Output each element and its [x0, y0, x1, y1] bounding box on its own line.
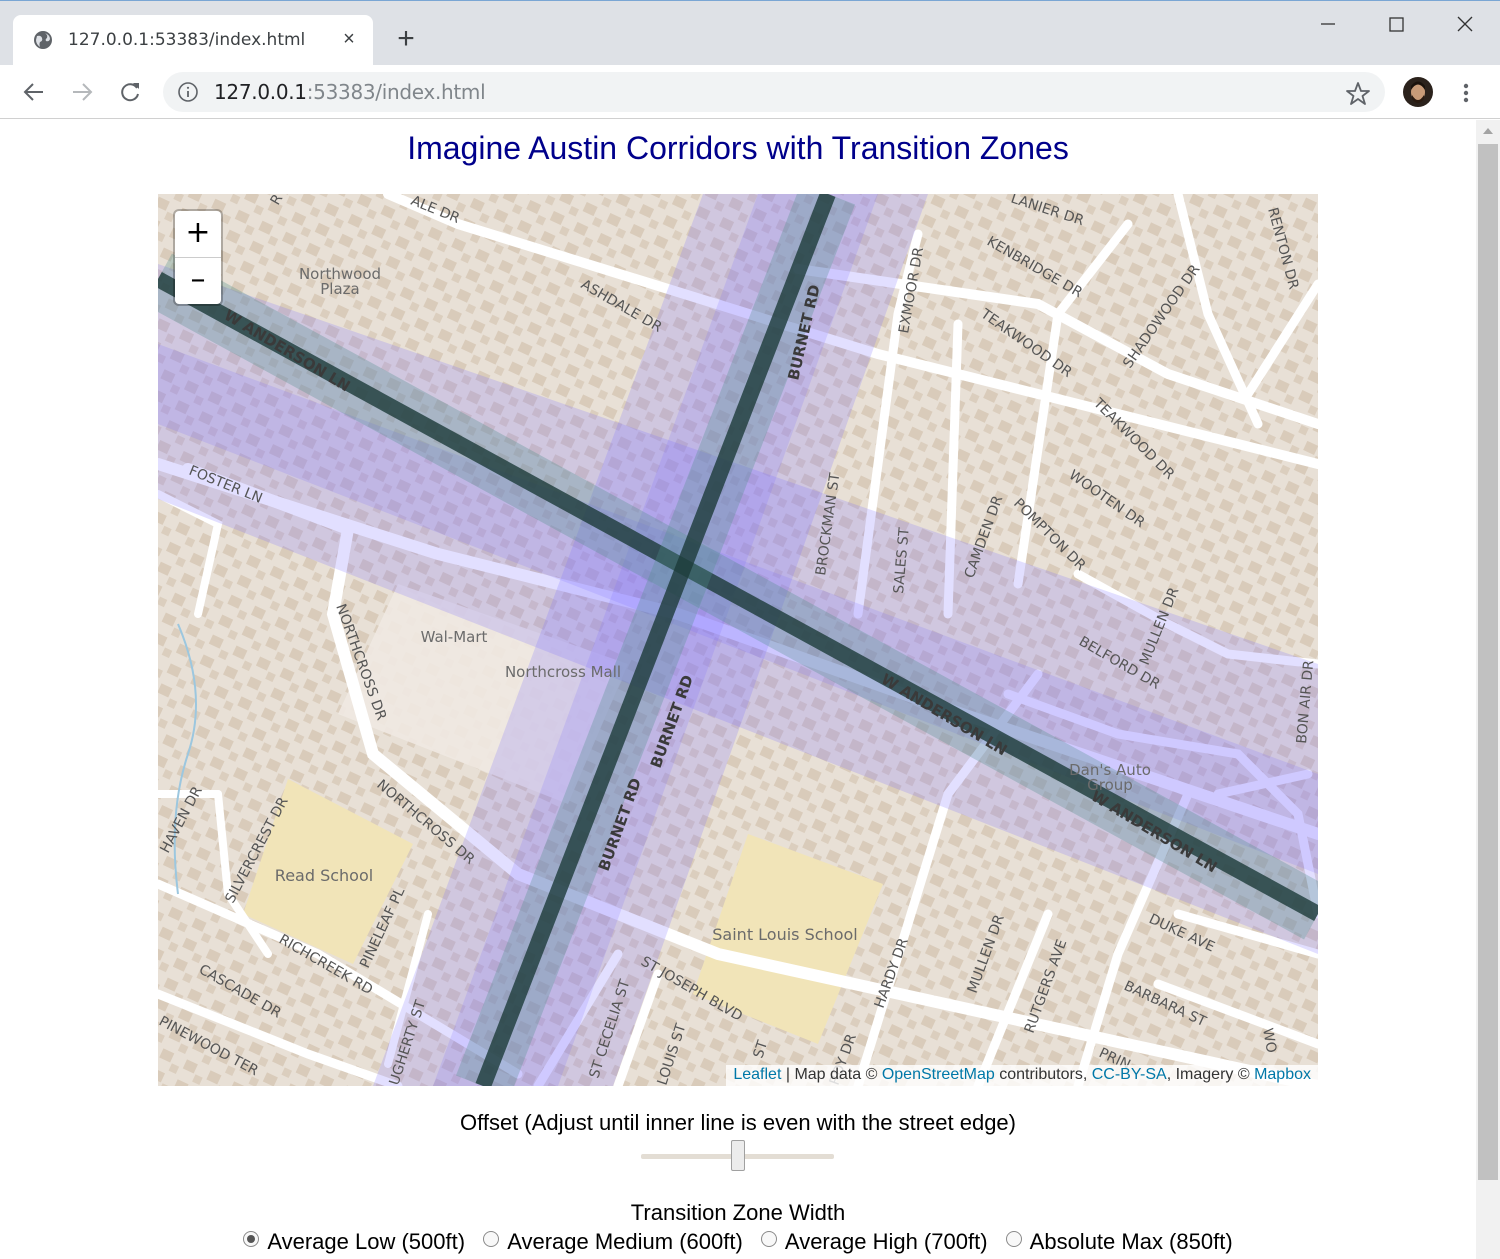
offset-slider[interactable] [641, 1140, 834, 1174]
offset-label: Offset (Adjust until inner line is even … [460, 1110, 1016, 1135]
map-attribution: Leaflet | Map data © OpenStreetMap contr… [726, 1065, 1318, 1086]
leaflet-link[interactable]: Leaflet [733, 1066, 781, 1083]
page-content: Imagine Austin Corridors with Transition… [0, 120, 1476, 1259]
scrollbar-thumb[interactable] [1478, 144, 1498, 1180]
zoom-in-button[interactable]: + [175, 211, 221, 258]
url-text: 127.0.0.1:53383/index.html [214, 80, 486, 104]
label-saint-louis-school: Saint Louis School [712, 925, 857, 944]
option-label: Average High (700ft) [784, 1229, 988, 1254]
map[interactable]: Northwood Plaza Wal-Mart Northcross Mall… [158, 194, 1318, 1086]
page-title: Imagine Austin Corridors with Transition… [407, 130, 1069, 166]
browser-toolbar: 127.0.0.1:53383/index.html [0, 65, 1500, 119]
transition-zone-label: Transition Zone Width [630, 1200, 846, 1225]
tab-close-icon[interactable]: × [338, 28, 360, 50]
zoom-control: + – [175, 211, 221, 304]
maximize-icon[interactable] [1382, 11, 1412, 39]
radio-absolute-max[interactable] [1005, 1231, 1022, 1247]
new-tab-button[interactable]: + [392, 24, 420, 54]
slider-thumb[interactable] [730, 1140, 745, 1171]
label-northwood-plaza-2: Plaza [320, 280, 359, 298]
forward-arrow-icon[interactable] [67, 77, 97, 107]
label-walmart: Wal-Mart [421, 628, 488, 646]
close-window-icon[interactable] [1450, 11, 1480, 39]
mapbox-link[interactable]: Mapbox [1254, 1066, 1311, 1083]
radio-average-high[interactable] [760, 1231, 777, 1247]
option-label: Absolute Max (850ft) [1029, 1229, 1233, 1254]
option-absolute-max[interactable]: Absolute Max (850ft) [1005, 1229, 1233, 1255]
option-average-high[interactable]: Average High (700ft) [760, 1229, 988, 1255]
minimize-icon[interactable] [1313, 11, 1343, 39]
avatar-face-icon [1411, 81, 1425, 103]
zoom-out-button[interactable]: – [175, 258, 221, 304]
openstreetmap-link[interactable]: OpenStreetMap [882, 1066, 995, 1083]
option-average-medium[interactable]: Average Medium (600ft) [483, 1229, 743, 1255]
browser-menu-icon[interactable] [1456, 79, 1476, 107]
attribution-text-1: | Map data © [781, 1066, 882, 1083]
url-path: :53383/index.html [306, 80, 486, 104]
attribution-text-3: , Imagery © [1166, 1066, 1255, 1083]
back-arrow-icon[interactable] [19, 77, 49, 107]
option-average-low[interactable]: Average Low (500ft) [243, 1229, 465, 1255]
tab-title: 127.0.0.1:53383/index.html [68, 30, 306, 50]
label-northcross-mall: Northcross Mall [505, 663, 621, 681]
globe-icon [34, 31, 52, 49]
url-host: 127.0.0.1 [214, 80, 307, 104]
profile-avatar[interactable] [1403, 77, 1433, 107]
scroll-up-arrow-icon[interactable] [1483, 128, 1493, 134]
page-scrollbar[interactable] [1476, 120, 1500, 1259]
label-read-school: Read School [275, 866, 373, 885]
browser-tab-strip: 127.0.0.1:53383/index.html × + [0, 0, 1500, 66]
bookmark-star-icon[interactable] [1344, 80, 1372, 108]
browser-tab[interactable]: 127.0.0.1:53383/index.html × [13, 15, 373, 66]
attribution-text-2: contributors, [994, 1066, 1092, 1083]
transition-zone-options: Average Low (500ft) Average Medium (600f… [0, 1229, 1476, 1255]
cc-by-sa-link[interactable]: CC-BY-SA [1092, 1066, 1167, 1083]
option-label: Average Low (500ft) [267, 1229, 466, 1254]
address-bar[interactable]: 127.0.0.1:53383/index.html [163, 72, 1385, 112]
info-icon[interactable] [177, 81, 199, 103]
option-label: Average Medium (600ft) [507, 1229, 743, 1254]
reload-icon[interactable] [115, 77, 145, 107]
map-tiles[interactable]: Northwood Plaza Wal-Mart Northcross Mall… [158, 194, 1318, 1086]
radio-average-low[interactable] [243, 1231, 260, 1247]
radio-average-medium[interactable] [483, 1231, 500, 1247]
